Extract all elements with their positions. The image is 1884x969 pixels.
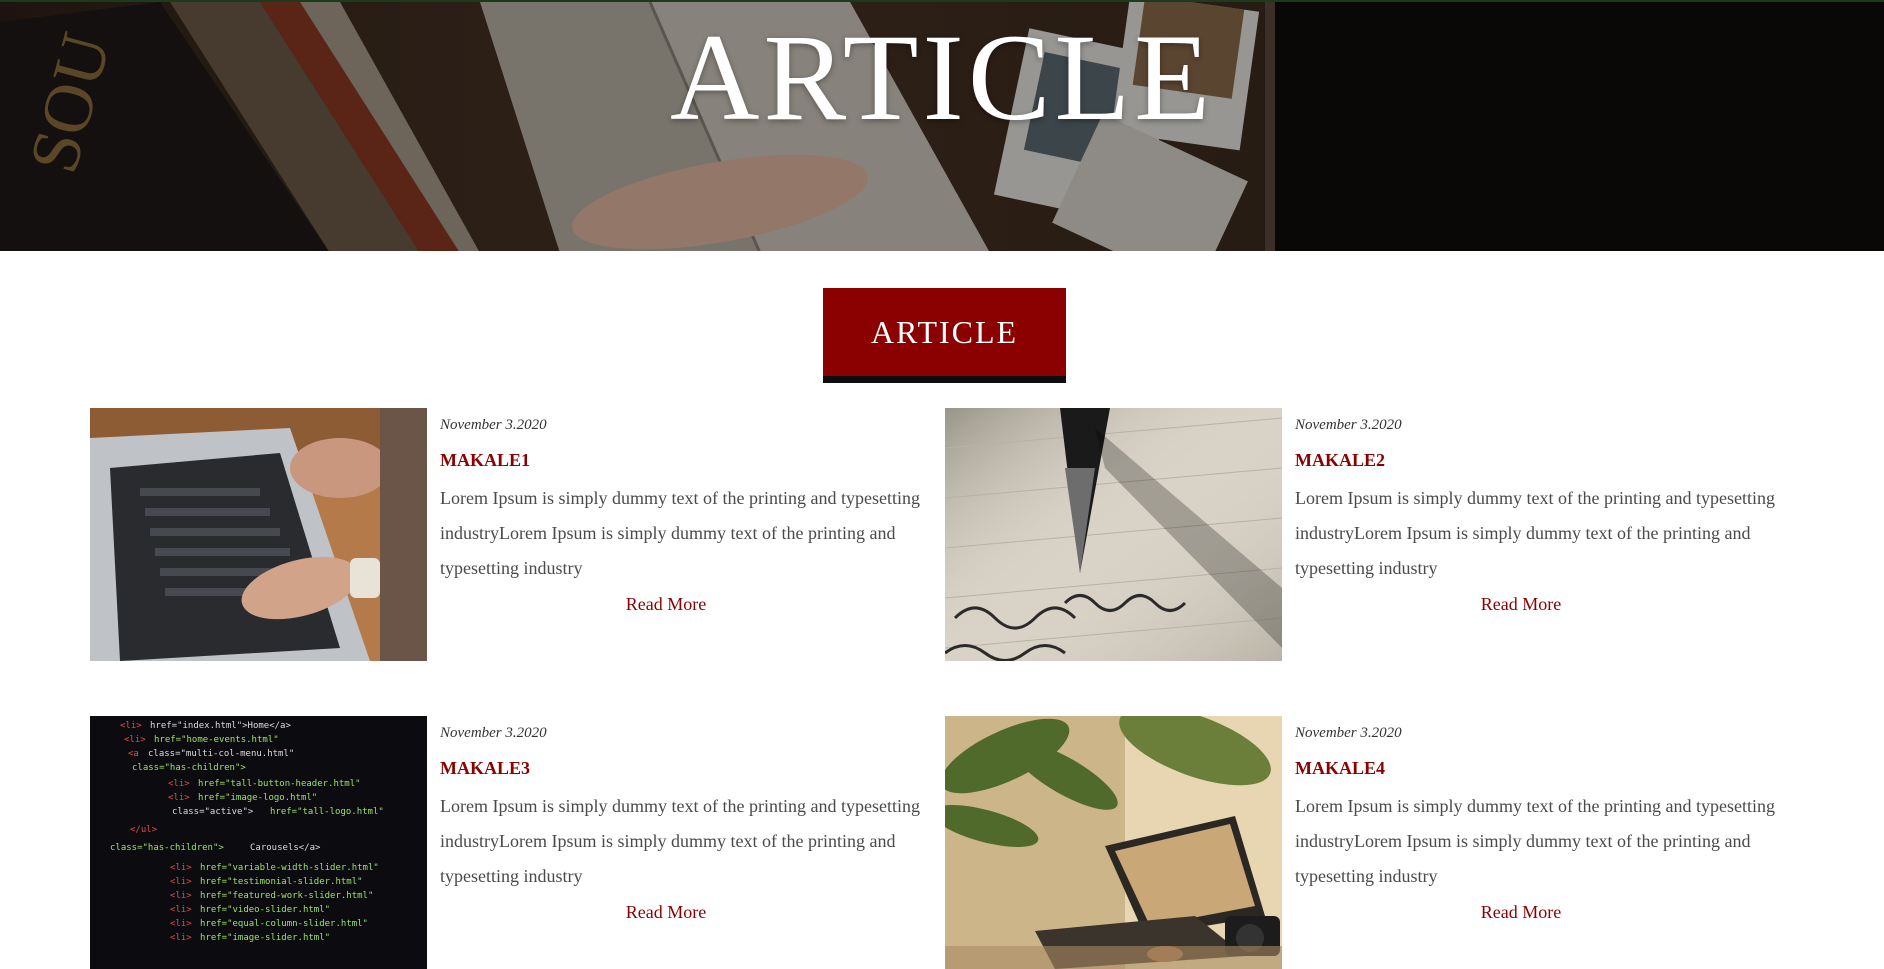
article-date: November 3.2020	[440, 725, 547, 741]
svg-text:href="image-logo.html": href="image-logo.html"	[198, 793, 317, 803]
article-title[interactable]: MAKALE3	[440, 757, 930, 779]
read-more-link[interactable]: Read More	[1295, 586, 1747, 622]
svg-text:<li>: <li>	[124, 735, 146, 745]
read-more-link[interactable]: Read More	[1295, 894, 1747, 930]
article-date: November 3.2020	[1295, 417, 1402, 433]
hero-title: ARTICLE	[669, 9, 1215, 146]
fountain-pen-image	[945, 408, 1282, 661]
laptop-typing-image	[90, 408, 427, 661]
svg-text:<li>: <li>	[170, 933, 192, 943]
svg-text:class="has-children">: class="has-children">	[110, 843, 224, 853]
article-title[interactable]: MAKALE2	[1295, 449, 1785, 471]
svg-text:class="active">: class="active">	[172, 807, 254, 817]
svg-text:href="image-slider.html": href="image-slider.html"	[200, 933, 330, 943]
svg-text:class="has-children">: class="has-children">	[132, 763, 246, 773]
article-card: November 3.2020 MAKALE4 Lorem Ipsum is s…	[945, 716, 1805, 969]
svg-text:href="variable-width-slider.ht: href="variable-width-slider.html"	[200, 863, 379, 873]
code-screen-image: <li> href="index.html">Home</a> <li> href=…	[90, 716, 427, 969]
svg-text:href="featured-work-slider.htm: href="featured-work-slider.html"	[200, 891, 373, 901]
svg-text:class="multi-col-menu.html": class="multi-col-menu.html"	[148, 749, 294, 759]
article-card: November 3.2020 MAKALE2 Lorem Ipsum is s…	[945, 408, 1805, 661]
read-more-link[interactable]: Read More	[440, 586, 892, 622]
svg-text:<li>: <li>	[168, 779, 190, 789]
article-date: November 3.2020	[440, 417, 547, 433]
svg-text:href="equal-column-slider.html: href="equal-column-slider.html"	[200, 919, 368, 929]
article-image[interactable]: <li> href="index.html">Home</a> <li> href=…	[90, 716, 427, 969]
svg-text:<li>: <li>	[170, 863, 192, 873]
article-card: November 3.2020 MAKALE1 Lorem Ipsum is s…	[90, 408, 950, 661]
hero-banner: SOU ARTICLE	[0, 0, 1884, 251]
article-image[interactable]	[945, 408, 1282, 661]
article-date: November 3.2020	[1295, 725, 1402, 741]
svg-text:href="video-slider.html": href="video-slider.html"	[200, 905, 330, 915]
svg-text:<li>: <li>	[170, 877, 192, 887]
svg-text:<li>: <li>	[170, 891, 192, 901]
article-excerpt: Lorem Ipsum is simply dummy text of the …	[1295, 488, 1775, 578]
svg-text:</ul>: </ul>	[130, 825, 158, 835]
svg-text:href="tall-button-header.html": href="tall-button-header.html"	[198, 779, 361, 789]
svg-text:href="testimonial-slider.html": href="testimonial-slider.html"	[200, 877, 363, 887]
svg-text:<li>: <li>	[168, 793, 190, 803]
article-excerpt: Lorem Ipsum is simply dummy text of the …	[1295, 796, 1775, 886]
svg-text:href="index.html">Home</a>: href="index.html">Home</a>	[150, 721, 291, 731]
article-card: <li> href="index.html">Home</a> <li> href=…	[90, 716, 950, 969]
section-title-badge: ARTICLE	[823, 288, 1066, 383]
svg-text:<li>: <li>	[170, 905, 192, 915]
article-excerpt: Lorem Ipsum is simply dummy text of the …	[440, 796, 920, 886]
svg-text:<li>: <li>	[170, 919, 192, 929]
article-image[interactable]	[90, 408, 427, 661]
svg-text:href="tall-logo.html": href="tall-logo.html"	[270, 807, 384, 817]
svg-text:<a: <a	[128, 749, 139, 759]
svg-text:<li>: <li>	[120, 721, 142, 731]
article-image[interactable]	[945, 716, 1282, 969]
article-excerpt: Lorem Ipsum is simply dummy text of the …	[440, 488, 920, 578]
svg-text:Carousels</a>: Carousels</a>	[250, 843, 321, 853]
read-more-link[interactable]: Read More	[440, 894, 892, 930]
article-title[interactable]: MAKALE1	[440, 449, 930, 471]
article-title[interactable]: MAKALE4	[1295, 757, 1785, 779]
svg-text:href="home-events.html": href="home-events.html"	[154, 735, 279, 745]
laptop-plants-image	[945, 716, 1282, 969]
